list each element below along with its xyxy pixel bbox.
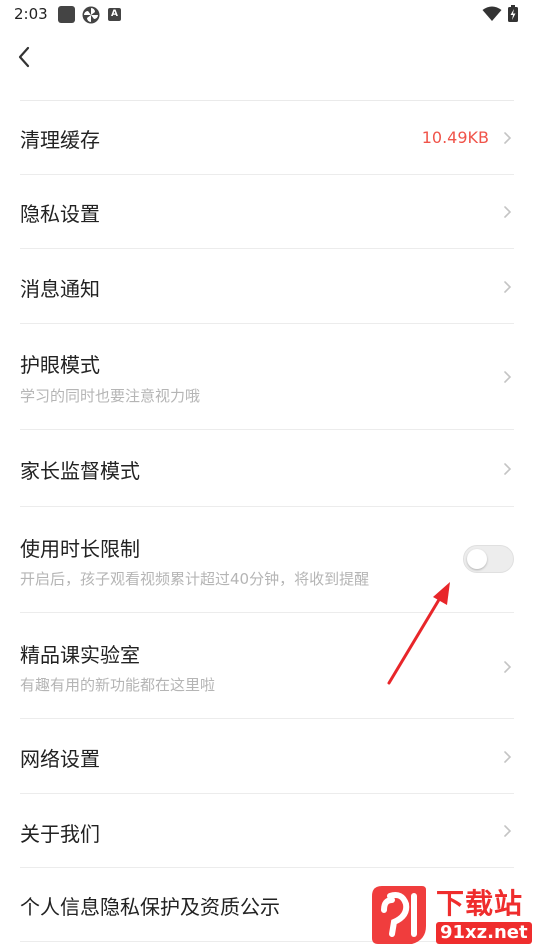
- pinwheel-icon: [82, 6, 100, 24]
- toggle-knob: [467, 549, 487, 569]
- about-us-label: 关于我们: [20, 822, 100, 846]
- clear-cache-row[interactable]: 清理缓存 10.49KB: [0, 101, 534, 175]
- chevron-right-icon: [504, 132, 512, 144]
- time-limit-row: 使用时长限制 开启后，孩子观看视频累计超过40分钟，将收到提醒: [0, 507, 534, 613]
- privacy-settings-row[interactable]: 隐私设置: [0, 175, 534, 249]
- lab-label: 精品课实验室: [20, 643, 140, 667]
- lab-row[interactable]: 精品课实验室 有趣有用的新功能都在这里啦: [0, 613, 534, 719]
- parental-mode-label: 家长监督模式: [20, 459, 140, 483]
- square-icon: [58, 6, 75, 23]
- wifi-icon: [482, 6, 502, 21]
- personal-info-row[interactable]: 个人信息隐私保护及资质公示: [0, 868, 534, 942]
- chevron-right-icon: [504, 281, 512, 293]
- eye-care-subtitle: 学习的同时也要注意视力哦: [20, 387, 201, 405]
- parental-mode-row[interactable]: 家长监督模式: [0, 430, 534, 507]
- chevron-right-icon: [504, 206, 512, 218]
- privacy-settings-label: 隐私设置: [20, 202, 100, 226]
- personal-info-label: 个人信息隐私保护及资质公示: [20, 895, 280, 919]
- cache-size-value: 10.49KB: [421, 128, 489, 147]
- clear-cache-label: 清理缓存: [20, 128, 100, 152]
- network-settings-row[interactable]: 网络设置: [0, 719, 534, 794]
- chevron-right-icon: [504, 751, 512, 763]
- battery-charging-icon: [508, 5, 518, 22]
- settings-list: 清理缓存 10.49KB 隐私设置 消息通知 护眼模式 学习的同时也要注意视力哦…: [0, 101, 534, 942]
- status-bar: 2:03 A: [0, 0, 534, 28]
- notifications-label: 消息通知: [20, 277, 100, 301]
- eye-care-row[interactable]: 护眼模式 学习的同时也要注意视力哦: [0, 324, 534, 430]
- chevron-right-icon: [504, 371, 512, 383]
- notifications-row[interactable]: 消息通知: [0, 249, 534, 324]
- time-limit-toggle[interactable]: [463, 545, 514, 573]
- chevron-right-icon: [504, 825, 512, 837]
- chevron-right-icon: [504, 463, 512, 475]
- about-us-row[interactable]: 关于我们: [0, 794, 534, 868]
- chevron-right-icon: [504, 661, 512, 673]
- status-time: 2:03: [14, 5, 48, 23]
- chevron-left-icon: [18, 46, 30, 68]
- time-limit-label: 使用时长限制: [20, 537, 140, 561]
- network-settings-label: 网络设置: [20, 747, 100, 771]
- a-icon: A: [108, 8, 121, 21]
- eye-care-label: 护眼模式: [20, 353, 100, 377]
- time-limit-subtitle: 开启后，孩子观看视频累计超过40分钟，将收到提醒: [20, 570, 370, 588]
- lab-subtitle: 有趣有用的新功能都在这里啦: [20, 676, 216, 694]
- back-button[interactable]: [10, 42, 40, 72]
